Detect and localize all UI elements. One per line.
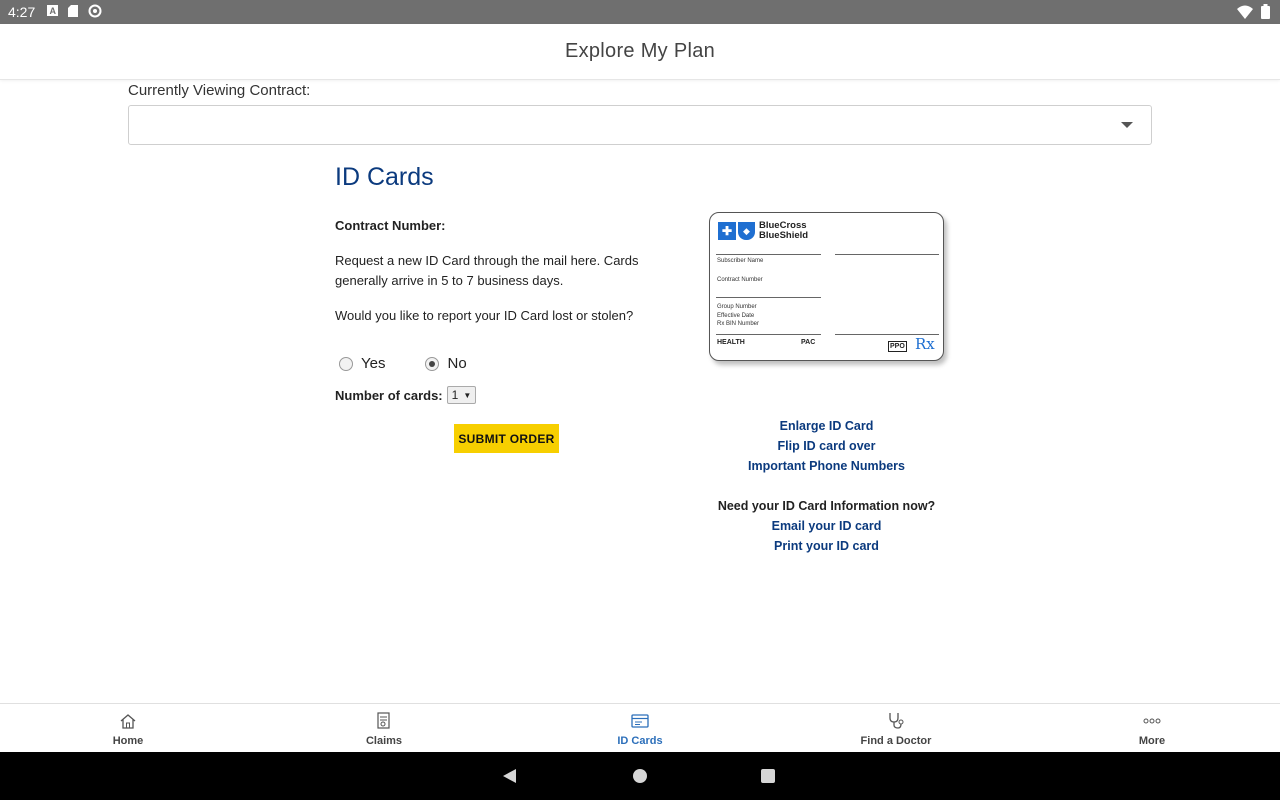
claims-icon bbox=[375, 710, 393, 732]
flip-id-card-link[interactable]: Flip ID card over bbox=[700, 436, 953, 456]
nav-item-more[interactable]: More bbox=[1024, 704, 1280, 752]
id-cards-heading: ID Cards bbox=[335, 163, 434, 191]
card-rx-bin: Rx BIN Number bbox=[717, 321, 760, 327]
radio-no[interactable] bbox=[425, 356, 440, 371]
sync-icon bbox=[88, 4, 102, 21]
nav-label-id-cards: ID Cards bbox=[617, 734, 663, 747]
svg-text:A: A bbox=[50, 6, 57, 16]
radio-yes-label: Yes bbox=[361, 355, 386, 372]
lost-stolen-question: Would you like to report your ID Card lo… bbox=[335, 308, 634, 323]
nav-item-find-a-doctor[interactable]: Find a Doctor bbox=[768, 704, 1024, 752]
phone-numbers-link[interactable]: Important Phone Numbers bbox=[700, 456, 953, 476]
number-of-cards-label: Number of cards: bbox=[335, 387, 443, 403]
card-group-number: Group Number bbox=[717, 304, 757, 310]
id-card-image[interactable]: ✚ ◆ BlueCross BlueShield Subscriber Name… bbox=[709, 212, 944, 361]
blue-cross-icon: ✚ bbox=[718, 222, 736, 240]
card-divider bbox=[716, 254, 821, 255]
lost-stolen-radio-group: Yes No bbox=[335, 355, 655, 372]
bottom-navigation: Home Claims ID Cards Find a Doctor More bbox=[0, 703, 1280, 752]
page-title: Explore My Plan bbox=[564, 40, 716, 62]
card-divider bbox=[716, 334, 821, 335]
home-icon bbox=[119, 710, 137, 732]
card-health: HEALTH bbox=[717, 339, 745, 346]
nav-item-id-cards[interactable]: ID Cards bbox=[512, 704, 768, 752]
rx-icon: Rx bbox=[915, 335, 935, 353]
card-subscriber-name: Subscriber Name bbox=[717, 258, 764, 264]
system-navigation-bar bbox=[0, 752, 1280, 800]
card-effective-date: Effective Date bbox=[717, 313, 755, 319]
battery-icon bbox=[1261, 4, 1270, 24]
radio-no-label: No bbox=[447, 355, 467, 372]
id-card-order-form: Contract Number: Request a new ID Card t… bbox=[335, 218, 655, 404]
nav-label-find-a-doctor: Find a Doctor bbox=[860, 734, 932, 747]
more-icon bbox=[1143, 710, 1161, 732]
bcbs-logo-text: BlueCross BlueShield bbox=[759, 221, 808, 241]
card-divider bbox=[835, 254, 939, 255]
blue-shield-icon: ◆ bbox=[738, 222, 755, 240]
radio-option-yes[interactable]: Yes bbox=[335, 355, 385, 372]
status-time: 4:27 bbox=[8, 4, 36, 20]
nav-label-claims: Claims bbox=[365, 734, 403, 747]
stethoscope-icon bbox=[887, 710, 905, 732]
nav-label-more: More bbox=[1138, 734, 1166, 747]
card-pac: PAC bbox=[801, 339, 816, 346]
radio-yes[interactable] bbox=[339, 356, 353, 371]
nav-item-home[interactable]: Home bbox=[0, 704, 256, 752]
number-of-cards-value: 1 bbox=[451, 388, 459, 402]
recent-apps-icon[interactable] bbox=[761, 769, 775, 783]
card-divider bbox=[716, 297, 821, 298]
app-bar: Explore My Plan bbox=[0, 24, 1280, 80]
nav-item-claims[interactable]: Claims bbox=[256, 704, 512, 752]
email-id-card-link[interactable]: Email your ID card bbox=[700, 516, 953, 536]
request-info-text: Request a new ID Card through the mail h… bbox=[335, 253, 639, 288]
enlarge-id-card-link[interactable]: Enlarge ID Card bbox=[700, 416, 953, 436]
submit-order-button[interactable]: SUBMIT ORDER bbox=[454, 424, 559, 453]
id-card-icon bbox=[631, 710, 649, 732]
print-id-card-link[interactable]: Print your ID card bbox=[700, 536, 953, 556]
contract-number-label: Contract Number: bbox=[335, 218, 446, 233]
id-card-links: Enlarge ID Card Flip ID card over Import… bbox=[700, 416, 953, 556]
contract-dropdown[interactable] bbox=[128, 105, 1152, 145]
chevron-down-icon bbox=[1121, 122, 1133, 128]
radio-option-no[interactable]: No bbox=[421, 355, 467, 372]
need-info-heading: Need your ID Card Information now? bbox=[717, 499, 936, 513]
card-contract-number: Contract Number bbox=[717, 277, 763, 283]
bcbs-logo: ✚ ◆ BlueCross BlueShield bbox=[718, 221, 808, 241]
home-button-icon[interactable] bbox=[633, 769, 647, 783]
back-icon[interactable] bbox=[503, 769, 516, 783]
sd-card-icon bbox=[68, 4, 79, 20]
number-of-cards-select[interactable]: 1 ▼ bbox=[446, 386, 477, 404]
status-bar: 4:27 A bbox=[0, 0, 1280, 24]
nav-label-home: Home bbox=[112, 734, 144, 747]
wifi-icon bbox=[1237, 5, 1253, 24]
contract-label: Currently Viewing Contract: bbox=[128, 82, 311, 99]
logo-line-2: BlueShield bbox=[759, 230, 809, 241]
notification-a-icon: A bbox=[47, 5, 59, 19]
number-of-cards-row: Number of cards: 1 ▼ bbox=[335, 386, 655, 404]
ppo-badge: PPO bbox=[888, 341, 907, 352]
dropdown-arrow-icon: ▼ bbox=[463, 390, 472, 400]
